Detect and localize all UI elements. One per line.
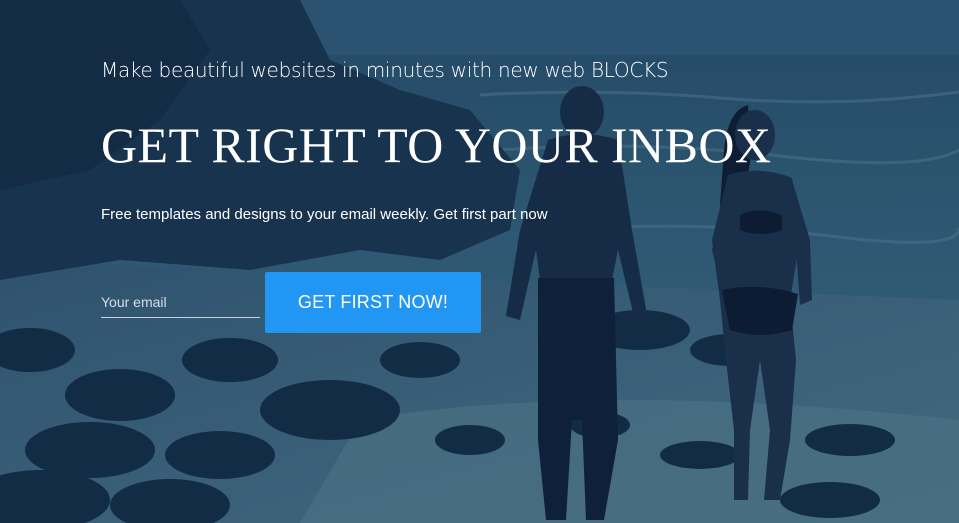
signup-form: GET FIRST NOW! — [101, 272, 501, 334]
hero-content: Make beautiful websites in minutes with … — [101, 0, 901, 523]
email-field[interactable] — [101, 286, 260, 318]
hero-section: Make beautiful websites in minutes with … — [0, 0, 959, 523]
hero-headline: GET RIGHT TO YOUR INBOX — [101, 117, 772, 173]
get-first-now-button[interactable]: GET FIRST NOW! — [265, 272, 481, 333]
hero-subline: Free templates and designs to your email… — [101, 206, 548, 223]
hero-tagline: Make beautiful websites in minutes with … — [101, 58, 669, 82]
